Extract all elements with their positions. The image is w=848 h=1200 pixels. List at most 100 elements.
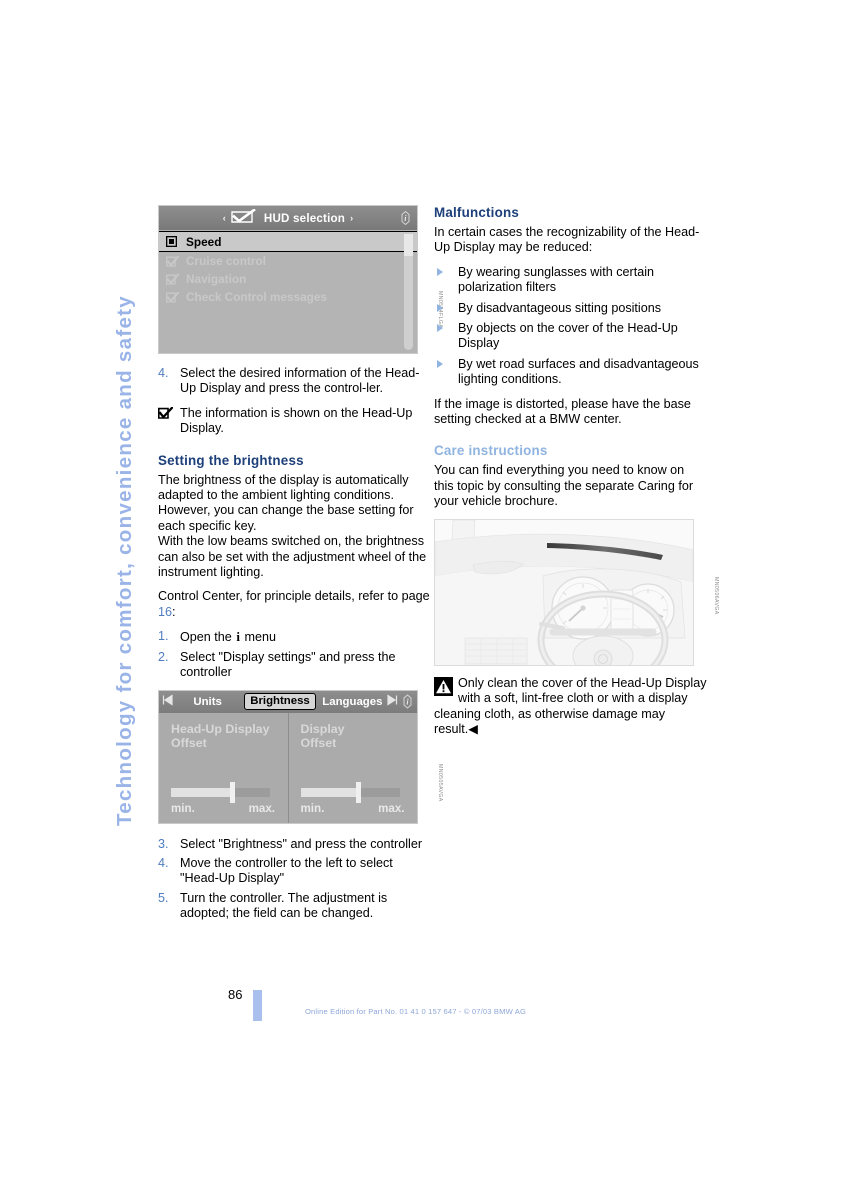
- svg-text:i: i: [406, 698, 409, 707]
- left-arrow-icon[interactable]: [161, 694, 175, 709]
- page-marker-bar: [253, 990, 262, 1021]
- slider-fill: [171, 787, 233, 797]
- hud-selection-steps: 4. Select the desired information of the…: [158, 366, 431, 397]
- brightness-screenshot: Units Brightness Languages i Head-Up Dis…: [158, 689, 418, 824]
- prev-arrow-icon: ‹: [222, 213, 226, 223]
- page-number: 86: [228, 987, 243, 1002]
- list-item: By objects on the cover of the Head-Up D…: [434, 321, 707, 352]
- bullet-text: By wet road surfaces and disadvantageous…: [458, 356, 699, 387]
- distorted-image-note: If the image is distorted, please have t…: [434, 396, 691, 427]
- step-number: 4.: [158, 855, 169, 870]
- page-reference-link[interactable]: 16: [158, 605, 172, 619]
- step-text: Select the desired information of the He…: [180, 366, 420, 396]
- warning-triangle-icon: [434, 676, 453, 696]
- brightness-steps-top: 1. Open the i menu 2. Select "Display se…: [158, 629, 431, 680]
- chapter-side-tab-label: Technology for comfort, convenience and …: [112, 294, 136, 826]
- step-number: 1.: [158, 629, 169, 644]
- hud-list-item-cruise-control[interactable]: Cruise control: [159, 252, 417, 270]
- brightness-cell-title: Head-Up Display Offset: [171, 721, 270, 751]
- figure-code: MN0506AVGA: [713, 576, 719, 615]
- care-instructions-text: You can find everything you need to know…: [434, 463, 694, 509]
- slider-max-label: max.: [248, 802, 275, 815]
- hud-list-item-check-control-messages[interactable]: Check Control messages: [159, 288, 417, 306]
- step-number: 4.: [158, 366, 169, 380]
- brightness-cell-title: Display Offset: [300, 721, 345, 751]
- bullet-text: By wearing sunglasses with certain polar…: [458, 264, 654, 295]
- warning-end-mark: ◀: [468, 721, 478, 736]
- triangle-bullet-icon: [437, 359, 443, 368]
- hud-list-item-label: Check Control messages: [186, 290, 327, 304]
- brightness-paragraph-2: With the low beams switched on, the brig…: [158, 534, 427, 580]
- svg-text:i: i: [404, 214, 407, 223]
- brightness-steps-bottom: 3. Select "Brightness" and press the con…: [158, 837, 431, 922]
- hud-list-item-label: Speed: [186, 234, 222, 249]
- step-text: Select "Display settings" and press the …: [180, 649, 396, 680]
- step-text: Turn the controller. The adjustment is a…: [180, 890, 388, 921]
- step-number: 5.: [158, 890, 169, 905]
- checkmark-box-icon: [158, 405, 174, 419]
- malfunctions-bullet-list: By wearing sunglasses with certain polar…: [434, 265, 707, 388]
- list-item: 4. Select the desired information of the…: [158, 366, 431, 397]
- slider-min-label: min.: [171, 802, 195, 815]
- scrollbar[interactable]: [404, 234, 413, 350]
- slider-fill: [300, 787, 358, 797]
- right-column: Malfunctions In certain cases the recogn…: [434, 205, 719, 738]
- list-item: 2. Select "Display settings" and press t…: [158, 650, 431, 681]
- control-center-reference-text: Control Center, for principle details, r…: [158, 589, 430, 604]
- malfunctions-intro: In certain cases the recognizability of …: [434, 225, 700, 255]
- step-text: Move the controller to the left to selec…: [180, 855, 393, 886]
- checkmark-box-icon: [231, 208, 257, 227]
- control-center-reference-colon: :: [172, 604, 176, 619]
- section-heading-care-instructions: Care instructions: [434, 443, 548, 459]
- triangle-bullet-icon: [437, 267, 443, 276]
- hud-selection-title: HUD selection: [263, 211, 346, 225]
- step-text-cont: menu: [240, 630, 276, 645]
- brightness-tabbar: Units Brightness Languages i: [159, 690, 417, 713]
- dashboard-head-up-display-illustration: [434, 518, 694, 666]
- hud-selection-titlebar: ‹ HUD selection › i: [159, 206, 417, 230]
- brightness-paragraph-1: The brightness of the display is automat…: [158, 472, 414, 533]
- slider-max-label: max.: [378, 802, 405, 815]
- list-item: 4. Move the controller to the left to se…: [158, 856, 431, 887]
- result-note-text: The information is shown on the Head-Up …: [180, 405, 413, 436]
- slider-knob[interactable]: [230, 781, 236, 803]
- list-item: 5. Turn the controller. The adjustment i…: [158, 891, 431, 922]
- hud-selection-list: Speed Cruise control Navigation Check Co…: [159, 231, 417, 353]
- info-icon[interactable]: i: [400, 694, 415, 709]
- scrollbar-thumb[interactable]: [404, 234, 413, 256]
- tab-brightness[interactable]: Brightness: [244, 693, 316, 710]
- list-item: 1. Open the i menu: [158, 629, 431, 645]
- list-item: By wet road surfaces and disadvantageous…: [434, 357, 707, 388]
- head-up-display-offset-slider[interactable]: [171, 781, 270, 803]
- hud-list-item-speed[interactable]: Speed: [159, 231, 417, 252]
- triangle-bullet-icon: [437, 303, 443, 312]
- brightness-panels: Head-Up Display Offset min. max. Display…: [159, 712, 418, 823]
- hud-list-item-navigation[interactable]: Navigation: [159, 270, 417, 288]
- list-item: By wearing sunglasses with certain polar…: [434, 265, 707, 296]
- chapter-side-tab: Technology for comfort, convenience and …: [103, 196, 147, 826]
- footer-imprint: Online Edition for Part No. 01 41 0 157 …: [305, 1007, 527, 1016]
- left-column: ‹ HUD selection › i Speed Cruise control…: [158, 205, 443, 931]
- right-arrow-icon[interactable]: [385, 694, 399, 709]
- slider-range-labels: min. max.: [171, 802, 275, 817]
- manual-page: Technology for comfort, convenience and …: [0, 0, 848, 1200]
- slider-min-label: min.: [300, 802, 325, 815]
- step-text: Select "Brightness" and press the contro…: [180, 836, 423, 851]
- checked-box-icon: [166, 254, 180, 267]
- control-center-reference: Control Center, for principle details, r…: [158, 589, 431, 620]
- step-number: 2.: [158, 649, 169, 664]
- section-heading-malfunctions: Malfunctions: [434, 205, 519, 220]
- tab-units[interactable]: Units: [175, 696, 240, 708]
- slider-knob[interactable]: [355, 781, 361, 803]
- info-icon: i: [398, 210, 413, 226]
- hud-selection-screenshot: ‹ HUD selection › i Speed Cruise control…: [158, 205, 418, 354]
- bullet-text: By objects on the cover of the Head-Up D…: [458, 321, 678, 351]
- brightness-cell-display[interactable]: Display Offset min. max.: [287, 712, 418, 823]
- bullet-text: By disadvantageous sitting positions: [458, 300, 662, 315]
- step-text: Open the: [180, 630, 236, 645]
- display-offset-slider[interactable]: [300, 781, 400, 803]
- warning-block: Only clean the cover of the Head-Up Disp…: [434, 676, 707, 738]
- checked-box-icon: [166, 290, 180, 303]
- tab-languages[interactable]: Languages: [320, 696, 385, 708]
- brightness-cell-head-up-display[interactable]: Head-Up Display Offset min. max.: [159, 713, 288, 823]
